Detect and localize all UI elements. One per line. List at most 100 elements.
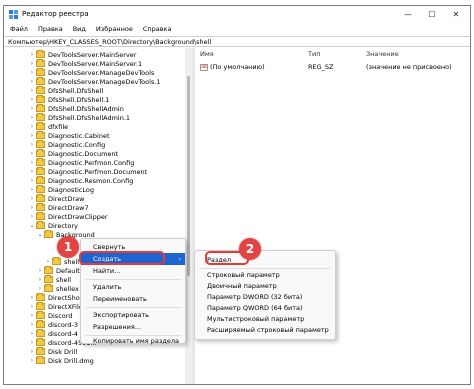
tree-item[interactable]: › Diagnostic.Config	[28, 140, 105, 149]
menu-file[interactable]: Файл	[10, 25, 28, 33]
column-header-value[interactable]: Значение	[366, 50, 399, 58]
tree-scrollbar-thumb[interactable]	[187, 76, 190, 276]
menu-item-export[interactable]: Экспортировать	[81, 309, 185, 321]
minimize-icon: —	[404, 10, 412, 19]
chevron-right-icon[interactable]: ›	[28, 96, 36, 103]
folder-icon	[44, 284, 53, 292]
menu-favorites[interactable]: Избранное	[96, 25, 133, 33]
tree-item[interactable]: › Disk Drill	[28, 347, 77, 356]
menu-item-rename[interactable]: Переименовать	[81, 293, 185, 305]
tree-item[interactable]: › DevToolsServer.MainServer	[28, 50, 136, 59]
tree-item[interactable]: › DirectDraw7	[28, 203, 89, 212]
chevron-right-icon[interactable]: ›	[28, 204, 36, 211]
menu-item-find[interactable]: Найти...	[81, 265, 185, 277]
chevron-right-icon[interactable]: ›	[28, 177, 36, 184]
tree-item[interactable]: › Default	[36, 266, 80, 275]
tree-item[interactable]: › DfsShell.DfsShell.1	[28, 95, 109, 104]
chevron-down-icon[interactable]: ⌄	[28, 222, 36, 229]
tree-item[interactable]: › DevToolsServer.ManageDevTools	[28, 68, 154, 77]
tree-item[interactable]: ⌄ Directory	[28, 221, 78, 230]
chevron-right-icon[interactable]: ›	[28, 60, 36, 67]
column-header-name[interactable]: Имя	[200, 50, 214, 58]
chevron-right-icon[interactable]: ›	[28, 123, 36, 130]
tree-item[interactable]: › DevToolsServer.MainServer.1	[28, 59, 142, 68]
tree-item[interactable]: › DiagnosticLog	[28, 185, 94, 194]
menu-help[interactable]: Справка	[143, 25, 172, 33]
folder-icon	[36, 77, 45, 85]
chevron-right-icon[interactable]: ›	[28, 141, 36, 148]
address-bar[interactable]: Компьютер\HKEY_CLASSES_ROOT\Directory\Ba…	[4, 36, 470, 47]
tree-item[interactable]: › shellex	[36, 284, 79, 293]
chevron-right-icon[interactable]: ›	[36, 276, 44, 283]
chevron-right-icon[interactable]: ›	[36, 267, 44, 274]
menu-item-permissions[interactable]: Разрешения...	[81, 321, 185, 333]
chevron-right-icon[interactable]: ›	[44, 258, 52, 265]
tree-item[interactable]: › DfsShell.DfsShell	[28, 86, 103, 95]
chevron-right-icon[interactable]: ›	[28, 105, 36, 112]
chevron-right-icon[interactable]: ›	[28, 213, 36, 220]
chevron-right-icon[interactable]: ›	[28, 195, 36, 202]
chevron-right-icon[interactable]: ›	[28, 150, 36, 157]
chevron-right-icon[interactable]: ›	[28, 186, 36, 193]
tree-item[interactable]: › Disk Drill.dmg	[28, 356, 94, 365]
value-data: (значение не присвоено)	[366, 63, 452, 71]
tree-item-label: DirectDraw7	[48, 203, 89, 212]
tree-item[interactable]: › DfsShell.DfsShellAdmin	[28, 104, 124, 113]
chevron-right-icon[interactable]: ›	[28, 78, 36, 85]
chevron-right-icon[interactable]: ›	[28, 348, 36, 355]
folder-icon	[44, 275, 53, 283]
submenu-item-expandable-string[interactable]: Расширяемый строковый параметр	[195, 324, 335, 336]
chevron-right-icon[interactable]: ›	[28, 303, 36, 310]
tree-item[interactable]: › DfsShell.DfsShellAdmin.1	[28, 113, 130, 122]
chevron-right-icon[interactable]: ›	[28, 357, 36, 364]
menu-view[interactable]: Вид	[73, 25, 86, 33]
tree-item[interactable]: › Diagnostic.Perfmon.Config	[28, 158, 134, 167]
tree-item[interactable]: › DevToolsServer.ManageDevTools.1	[28, 77, 161, 86]
tree-item[interactable]: › discord-3	[28, 320, 78, 329]
tree-item[interactable]: › Diagnostic.Resmon.Config	[28, 176, 133, 185]
menu-separator	[85, 279, 181, 280]
chevron-right-icon[interactable]: ›	[28, 321, 36, 328]
folder-icon	[36, 347, 45, 355]
tree-item[interactable]: › DirectDraw	[28, 194, 84, 203]
tree-item[interactable]: › Diagnostic.Perfmon.Document	[28, 167, 147, 176]
tree-item[interactable]: › shell	[44, 257, 79, 266]
close-button[interactable]: ✕	[444, 6, 468, 23]
tree-item[interactable]: › DirectShow	[28, 293, 85, 302]
chevron-right-icon[interactable]: ›	[28, 312, 36, 319]
tree-item[interactable]: › shell	[36, 275, 71, 284]
tree-item[interactable]: › discord-4	[28, 329, 78, 338]
chevron-right-icon[interactable]: ›	[28, 159, 36, 166]
chevron-right-icon[interactable]: ›	[28, 330, 36, 337]
chevron-right-icon[interactable]: ›	[28, 294, 36, 301]
folder-icon	[36, 113, 45, 121]
tree-item[interactable]: › dfxfile	[28, 122, 68, 131]
chevron-right-icon[interactable]: ›	[36, 285, 44, 292]
chevron-down-icon[interactable]: ⌄	[36, 231, 44, 238]
menu-item-delete[interactable]: Удалить	[81, 281, 185, 293]
menu-edit[interactable]: Правка	[38, 25, 63, 33]
chevron-right-icon[interactable]: ›	[28, 168, 36, 175]
registry-editor-icon	[9, 10, 18, 19]
minimize-button[interactable]: —	[396, 6, 420, 23]
chevron-right-icon[interactable]: ›	[28, 132, 36, 139]
tree-item-label: discord-3	[48, 320, 79, 329]
chevron-right-icon[interactable]: ›	[28, 51, 36, 58]
chevron-right-icon[interactable]: ›	[28, 339, 36, 346]
folder-icon	[36, 203, 45, 211]
maximize-button[interactable]: ☐	[420, 6, 444, 23]
menu-item-copy-key-name[interactable]: Копировать имя раздела	[81, 335, 185, 347]
tree-item[interactable]: › DirectDrawClipper	[28, 212, 108, 221]
tree-item[interactable]: › DirectXFile	[28, 302, 83, 311]
tree-item[interactable]: › Diagnostic.Document	[28, 149, 118, 158]
tree-item-label: DirectDrawClipper	[48, 212, 108, 221]
tree-item[interactable]: › Discord	[28, 311, 72, 320]
chevron-right-icon[interactable]: ›	[28, 87, 36, 94]
chevron-right-icon[interactable]: ›	[28, 114, 36, 121]
folder-icon	[36, 320, 45, 328]
title-bar: Редактор реестра — ☐ ✕	[4, 6, 470, 23]
tree-item[interactable]: › Diagnostic.Cabinet	[28, 131, 110, 140]
value-row[interactable]: ab (По умолчанию)	[200, 63, 265, 71]
chevron-right-icon[interactable]: ›	[28, 69, 36, 76]
column-header-type[interactable]: Тип	[308, 50, 320, 58]
